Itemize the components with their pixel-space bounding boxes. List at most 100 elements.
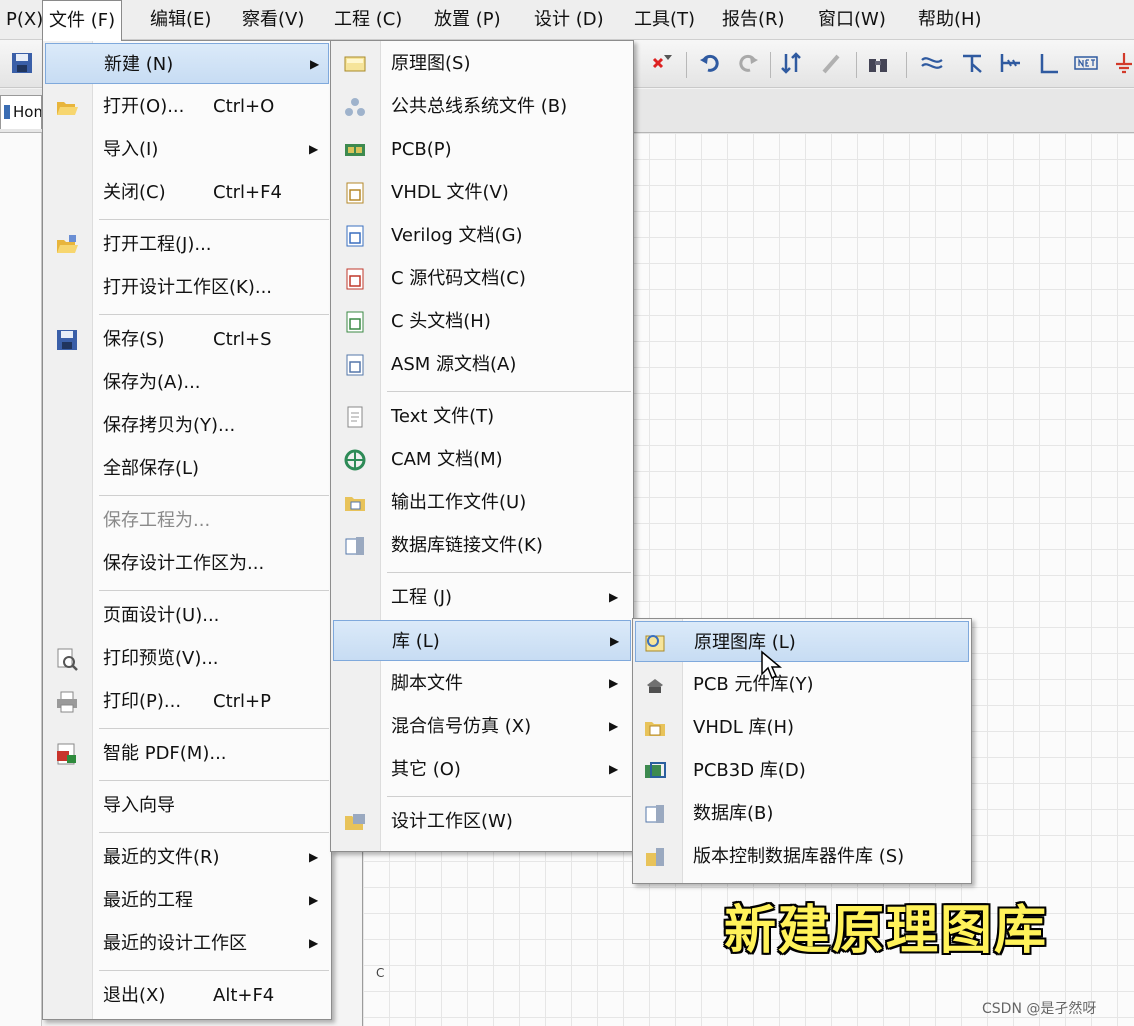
ground-icon[interactable] <box>1112 50 1134 76</box>
menu-item-label: 退出(X) <box>103 985 166 1006</box>
menu-item-new-schematic[interactable]: 原理图(S) <box>333 43 631 84</box>
menu-separator <box>99 314 329 315</box>
menu-item-smart-pdf[interactable]: 智能 PDF(M)... <box>45 733 329 774</box>
toolbar-separator <box>770 52 771 78</box>
schematic-doc-icon <box>343 52 367 76</box>
undo-icon[interactable] <box>698 50 722 76</box>
menu-item-save[interactable]: 保存(S) Ctrl+S <box>45 319 329 360</box>
menu-separator <box>99 590 329 591</box>
menu-item-new-mixed-sim[interactable]: 混合信号仿真 (X) ▶ <box>333 706 631 747</box>
menu-item-new-other[interactable]: 其它 (O) ▶ <box>333 749 631 790</box>
menu-edit[interactable]: 编辑(E) <box>144 0 217 40</box>
menu-item-label: 原理图(S) <box>391 53 471 74</box>
pencil-icon[interactable] <box>820 50 844 76</box>
menu-item-page-setup[interactable]: 页面设计(U)... <box>45 595 329 636</box>
menu-view[interactable]: 察看(V) <box>236 0 310 40</box>
menu-item-new-project[interactable]: 工程 (J) ▶ <box>333 577 631 618</box>
save-icon[interactable] <box>10 50 34 76</box>
menu-item-new[interactable]: 新建 (N) ▶ <box>45 43 329 84</box>
menu-item-open-workspace[interactable]: 打开设计工作区(K)... <box>45 267 329 308</box>
cross-probe-icon[interactable] <box>780 50 804 76</box>
menu-item-new-c-source[interactable]: C 源代码文档(C) <box>333 258 631 299</box>
menu-item-pcb-library[interactable]: PCB 元件库(Y) <box>635 664 969 705</box>
menu-item-new-workspace[interactable]: 设计工作区(W) <box>333 801 631 842</box>
menu-item-new-cam[interactable]: CAM 文档(M) <box>333 439 631 480</box>
menu-item-label: PCB(P) <box>391 139 452 160</box>
open-folder-icon <box>55 95 79 119</box>
home-tab-icon <box>4 105 10 119</box>
binoculars-icon[interactable] <box>866 50 890 76</box>
menu-item-open-project[interactable]: 打开工程(J)... <box>45 224 329 265</box>
tab-home[interactable]: Hom <box>0 95 42 129</box>
menu-item-database-library[interactable]: 数据库(B) <box>635 793 969 834</box>
bus-entry-icon[interactable] <box>998 50 1022 76</box>
menu-design[interactable]: 设计 (D) <box>528 0 610 40</box>
menu-item-new-library[interactable]: 库 (L) ▶ <box>333 620 631 661</box>
redo-icon[interactable] <box>736 50 760 76</box>
menu-item-new-asm[interactable]: ASM 源文档(A) <box>333 344 631 385</box>
menu-item-svn-database-library[interactable]: 版本控制数据库器件库 (S) <box>635 836 969 877</box>
menu-item-label: 保存为(A)... <box>103 372 201 393</box>
submenu-arrow-icon: ▶ <box>609 719 619 733</box>
submenu-arrow-icon: ▶ <box>610 634 620 648</box>
menu-item-new-db-link[interactable]: 数据库链接文件(K) <box>333 525 631 566</box>
menu-place[interactable]: 放置 (P) <box>428 0 507 40</box>
menu-item-label: VHDL 文件(V) <box>391 182 509 203</box>
menu-item-label: 打开工程(J)... <box>103 234 212 255</box>
menu-item-label: 最近的文件(R) <box>103 847 220 868</box>
menu-item-recent-projects[interactable]: 最近的工程 ▶ <box>45 880 329 921</box>
menu-item-label: PCB3D 库(D) <box>693 760 806 781</box>
shortcut-label: Ctrl+O <box>213 96 275 117</box>
library-submenu: 原理图库 (L) PCB 元件库(Y) VHDL 库(H) PCB3D 库(D)… <box>632 618 972 884</box>
delete-filter-icon[interactable] <box>650 50 674 76</box>
menu-item-exit[interactable]: 退出(X) Alt+F4 <box>45 975 329 1016</box>
menu-item-print-preview[interactable]: 打印预览(V)... <box>45 638 329 679</box>
net-icon[interactable] <box>1074 50 1098 76</box>
mouse-cursor-icon <box>760 650 782 680</box>
printer-icon <box>55 690 79 714</box>
submenu-arrow-icon: ▶ <box>309 850 319 864</box>
menu-separator <box>99 832 329 833</box>
bus-icon[interactable] <box>960 50 984 76</box>
menu-item-label: 数据库(B) <box>693 803 774 824</box>
menu-item-new-bus-file[interactable]: 公共总线系统文件 (B) <box>333 86 631 127</box>
menu-item-save-copy-as[interactable]: 保存拷贝为(Y)... <box>45 405 329 446</box>
menu-item-new-output-job[interactable]: 输出工作文件(U) <box>333 482 631 523</box>
pdf-icon <box>55 742 79 766</box>
menu-item-save-as[interactable]: 保存为(A)... <box>45 362 329 403</box>
menu-item-recent-workspaces[interactable]: 最近的设计工作区 ▶ <box>45 923 329 964</box>
wire-icon[interactable] <box>920 50 944 76</box>
menu-item-new-text[interactable]: Text 文件(T) <box>333 396 631 437</box>
menu-item-pcb3d-library[interactable]: PCB3D 库(D) <box>635 750 969 791</box>
menu-item-save-workspace-as[interactable]: 保存设计工作区为... <box>45 543 329 584</box>
menu-item-import[interactable]: 导入(I) ▶ <box>45 129 329 170</box>
menu-item-save-all[interactable]: 全部保存(L) <box>45 448 329 489</box>
menu-item-print[interactable]: 打印(P)... Ctrl+P <box>45 681 329 722</box>
menu-item-new-c-header[interactable]: C 头文档(H) <box>333 301 631 342</box>
menu-item-vhdl-library[interactable]: VHDL 库(H) <box>635 707 969 748</box>
menu-item-close[interactable]: 关闭(C) Ctrl+F4 <box>45 172 329 213</box>
menu-separator <box>99 970 329 971</box>
menu-help[interactable]: 帮助(H) <box>912 0 988 40</box>
menu-item-label: 打印(P)... <box>103 691 182 712</box>
menu-item-recent-files[interactable]: 最近的文件(R) ▶ <box>45 837 329 878</box>
verilog-doc-icon <box>343 224 367 248</box>
menu-item-new-verilog[interactable]: Verilog 文档(G) <box>333 215 631 256</box>
menu-item-import-wizard[interactable]: 导入向导 <box>45 785 329 826</box>
net-label-icon[interactable] <box>1036 50 1060 76</box>
menu-file[interactable]: 文件 (F) <box>42 0 123 41</box>
menu-reports[interactable]: 报告(R) <box>716 0 791 40</box>
menu-tools[interactable]: 工具(T) <box>628 0 701 40</box>
shortcut-label: Ctrl+P <box>213 691 271 712</box>
menu-item-new-pcb[interactable]: PCB(P) <box>333 129 631 170</box>
menu-item-label: CAM 文档(M) <box>391 449 503 470</box>
menu-project[interactable]: 工程 (C) <box>328 0 408 40</box>
menu-window[interactable]: 窗口(W) <box>812 0 892 40</box>
menu-item-new-script[interactable]: 脚本文件 ▶ <box>333 663 631 704</box>
output-job-icon <box>343 491 367 515</box>
menu-item-new-vhdl[interactable]: VHDL 文件(V) <box>333 172 631 213</box>
menu-item-open[interactable]: 打开(O)... Ctrl+O <box>45 86 329 127</box>
menu-item-label: 打开(O)... <box>103 96 185 117</box>
menu-item-save-project-as[interactable]: 保存工程为... <box>45 500 329 541</box>
menu-item-schematic-library[interactable]: 原理图库 (L) <box>635 621 969 662</box>
